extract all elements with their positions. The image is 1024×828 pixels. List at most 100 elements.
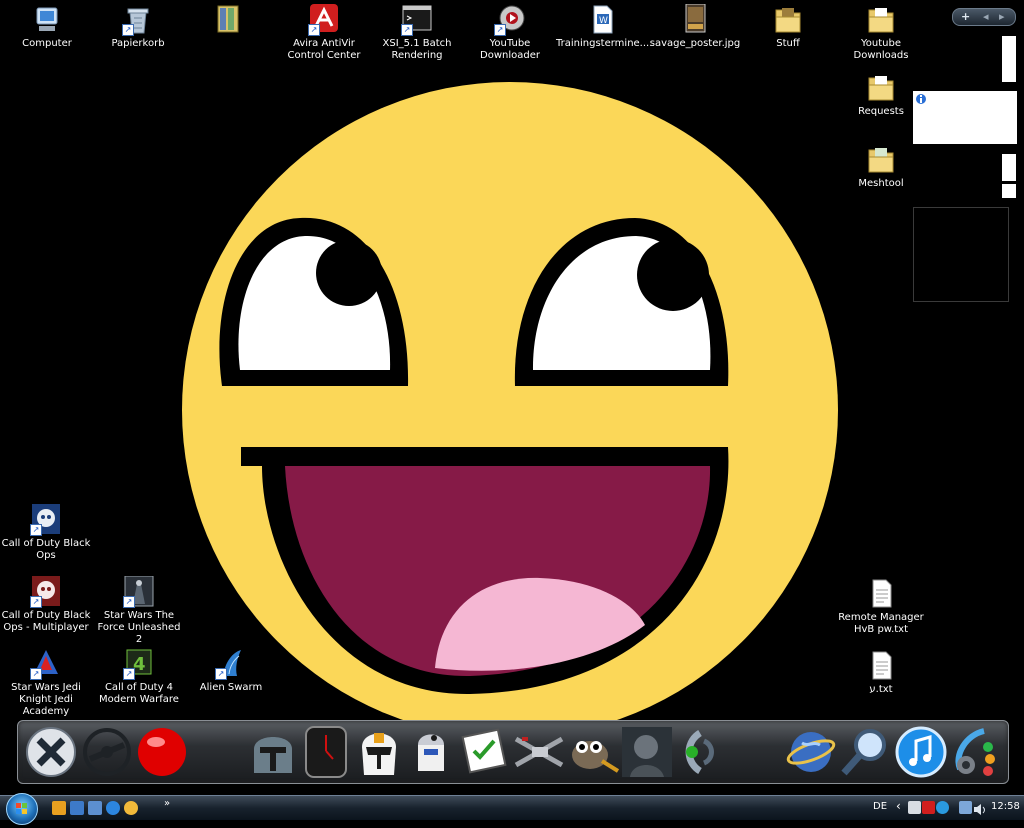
desktop-icon-youtube-downloads-folder[interactable]: Youtube Downloads [835,4,927,62]
desktop-icon-label: XSI_5.1 Batch Rendering [382,38,452,61]
avira-tray-icon[interactable] [922,801,935,814]
steam-icon[interactable] [80,725,134,779]
desktop-icon-label: savage_poster.jpg [649,38,741,49]
right-pupil [637,239,709,311]
desktop-icon-youtube-downloader[interactable]: ↗ YouTube Downloader [464,4,556,62]
safely-remove-tray-icon[interactable] [959,801,972,814]
red-ball-icon[interactable] [136,725,190,779]
desktop-icon-label: YouTube Downloader [480,38,540,61]
desktop-icon-archive[interactable] [182,4,274,38]
taskbar-clock[interactable]: 12:58 [991,801,1020,812]
r2d2-icon[interactable] [404,725,458,779]
desktop-icon-label: Papierkorb [111,38,165,49]
desktop-icon-blackops-mp[interactable]: ↗ Call of Duty Black Ops - Multiplayer [0,576,92,634]
force-unleashed-icon: ↗ [123,575,155,608]
desktop-icon-force-unleashed[interactable]: ↗ Star Wars The Force Unleashed 2 [93,575,185,646]
sidebar-gadget-blank-3[interactable] [1002,184,1016,198]
gimp-icon[interactable] [566,725,620,779]
taskbar: » DE ‹ 12:58 [0,793,1024,825]
desktop-icon-blackops[interactable]: ↗ Call of Duty Black Ops [0,504,92,562]
add-gadget-button[interactable]: + [961,9,970,25]
start-button[interactable] [6,793,38,825]
sidebar-gadget-empty-frame[interactable] [913,207,1009,302]
text-file-icon [865,650,897,682]
messenger-icon[interactable] [124,801,138,815]
console-icon: ↗ [401,4,433,36]
shortcut-arrow-icon: ↗ [30,668,42,680]
desktop[interactable]: Computer ↗ Papierkorb ↗ Avira AntiVir Co… [0,0,1024,795]
shortcut-arrow-icon: ↗ [308,24,320,36]
xfire-icon[interactable] [24,725,78,779]
blackops-mp-icon: ↗ [30,576,62,608]
tray-expand-button[interactable]: ‹ [896,799,901,813]
desktop-icon-label: Stuff [776,38,800,49]
desktop-icon-xsi-batch[interactable]: ↗ XSI_5.1 Batch Rendering [371,4,463,62]
volume-tray-icon[interactable] [973,801,986,815]
shortcut-arrow-icon: ↗ [494,24,506,36]
desktop-icon-label: Youtube Downloads [853,38,909,61]
desktop-icon-recycle-bin[interactable]: ↗ Papierkorb [92,4,184,50]
desktop-icon-ayin-txt[interactable]: ע.txt [835,650,927,696]
shortcut-arrow-icon: ↗ [122,24,134,36]
switch-windows-icon[interactable] [88,801,102,815]
desktop-icon-label: Call of Duty Black Ops [1,538,91,561]
next-gadget-page-button[interactable]: ▸ [999,9,1005,25]
settings-gears-icon[interactable] [948,725,1002,779]
cod4-icon: 4 ↗ [123,648,155,680]
desktop-icon-label: ע.txt [869,684,893,695]
desktop-icon-stuff-folder[interactable]: Stuff [742,4,834,50]
network-tray-icon[interactable] [908,801,921,814]
sidebar-gadget-info[interactable] [913,91,1017,144]
desktop-icon-avira[interactable]: ↗ Avira AntiVir Control Center [278,4,370,62]
desktop-icon-label: Call of Duty 4 Modern Warfare [99,682,179,705]
checklist-icon[interactable] [458,725,512,779]
sidebar-gadget-blank-2[interactable] [1002,154,1016,181]
desktop-icon-jedi-academy[interactable]: ↗ Star Wars Jedi Knight Jedi Academy [0,648,92,718]
desktop-icon-label: Computer [22,38,72,49]
folder-icon [865,4,897,36]
show-desktop-icon[interactable] [70,801,84,815]
folder-icon [772,4,804,36]
shortcut-arrow-icon: ↗ [123,668,135,680]
clock-gadget-icon[interactable] [300,725,354,779]
desktop-icon-savage-poster[interactable]: savage_poster.jpg [649,3,741,50]
desktop-icon-alien-swarm[interactable]: ↗ Alien Swarm [185,648,277,694]
internet-explorer-icon[interactable] [106,801,120,815]
language-indicator[interactable]: DE [873,801,887,812]
quicklaunch-overflow-button[interactable]: » [164,798,170,809]
info-icon [916,94,926,104]
recycle-bin-icon: ↗ [122,4,154,36]
prev-gadget-page-button[interactable]: ◂ [983,9,989,25]
media-player-icon[interactable] [52,801,66,815]
desktop-icon-label: Star Wars Jedi Knight Jedi Academy [11,682,81,717]
search-magnifier-icon[interactable] [838,725,892,779]
soldier-game-icon[interactable] [620,725,674,779]
folder-icon [865,72,897,104]
jedi-academy-icon: ↗ [30,648,62,680]
desktop-icon-label: Trainingstermine.... [556,38,653,49]
boba-fett-helmet-icon[interactable] [246,725,300,779]
folder-icon [865,144,897,176]
shortcut-arrow-icon: ↗ [215,668,227,680]
shortcut-arrow-icon: ↗ [401,24,413,36]
shortcut-arrow-icon: ↗ [123,596,135,608]
desktop-icon-remote-manager-txt[interactable]: Remote Manager HvB pw.txt [835,578,927,636]
desktop-icon-meshtool-folder[interactable]: Meshtool [835,144,927,190]
clone-trooper-icon[interactable] [352,725,406,779]
skype-tray-icon[interactable] [936,801,949,814]
desktop-icon-trainingstermine[interactable]: W Trainingstermine.... [556,4,653,50]
sidebar-gadget-blank-1[interactable] [1002,36,1016,82]
shortcut-arrow-icon: ↗ [30,524,42,536]
desktop-icon-cod4[interactable]: 4 ↗ Call of Duty 4 Modern Warfare [93,648,185,706]
desktop-icon-computer[interactable]: Computer [1,4,93,50]
itunes-icon[interactable] [894,725,948,779]
windows-logo-icon [16,803,27,814]
teamspeak-icon[interactable] [674,725,728,779]
desktop-icon-label: Meshtool [858,178,904,189]
desktop-icon-label: Star Wars The Force Unleashed 2 [97,610,181,645]
youtube-downloader-icon: ↗ [494,4,526,36]
network-globe-icon[interactable] [784,725,838,779]
left-pupil [316,240,382,306]
rocket-dock [17,720,1009,784]
x-wing-icon[interactable] [512,725,566,779]
